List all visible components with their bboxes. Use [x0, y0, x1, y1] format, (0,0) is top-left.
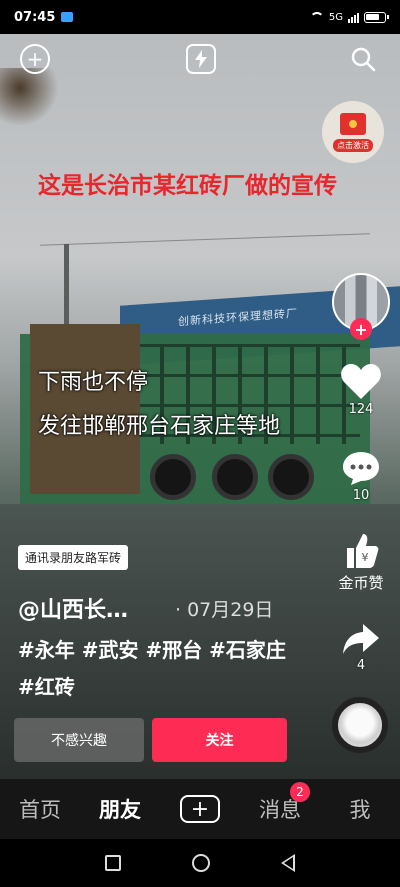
video-caption-line1: 下雨也不停	[38, 370, 149, 395]
search-icon[interactable]	[348, 44, 378, 74]
like-count: 124	[348, 402, 374, 417]
tab-create[interactable]: +	[160, 795, 240, 823]
status-icons: 5G	[309, 11, 389, 23]
bottom-tab-bar: 首页 朋友 + 消息 2 我	[0, 779, 400, 839]
heart-icon	[341, 364, 381, 399]
status-bar: 07:45 5G	[0, 0, 400, 34]
tab-me[interactable]: 我	[320, 794, 400, 824]
back-icon[interactable]	[280, 854, 295, 872]
coin-thumb-icon: ¥	[347, 534, 379, 568]
follow-plus-icon[interactable]: +	[350, 318, 372, 340]
comment-icon	[343, 452, 379, 485]
red-packet-button[interactable]: 点击激活	[322, 101, 384, 163]
utility-pole	[64, 244, 69, 334]
messages-badge: 2	[290, 782, 310, 802]
coin-like-label: 金币赞	[338, 574, 384, 592]
share-arrow-icon	[343, 624, 379, 654]
video-caption-line2: 发往邯郸邢台石家庄等地	[38, 414, 281, 439]
svg-text:¥: ¥	[362, 551, 369, 564]
status-time: 07:45	[14, 9, 56, 25]
network-type: 5G	[328, 11, 343, 23]
red-packet-label: 点击激活	[333, 138, 373, 152]
notification-icon	[61, 12, 74, 22]
truck-wheel	[212, 454, 258, 500]
recent-apps-icon[interactable]	[105, 855, 122, 871]
signal-icon	[348, 12, 359, 23]
share-button[interactable]: 4	[330, 622, 392, 673]
tab-home[interactable]: 首页	[0, 794, 80, 824]
red-envelope-icon	[340, 112, 366, 135]
truck-wheel	[268, 454, 314, 500]
power-line	[40, 233, 370, 246]
share-count: 4	[356, 658, 366, 673]
flash-icon[interactable]	[186, 44, 216, 74]
music-disc[interactable]	[332, 697, 388, 753]
coin-like-button[interactable]: ¥ 金币赞	[330, 530, 392, 593]
tab-messages-label: 消息	[259, 798, 301, 822]
follow-button[interactable]: 关注	[152, 718, 287, 762]
not-interested-button[interactable]: 不感兴趣	[14, 718, 144, 762]
system-nav-bar	[0, 839, 400, 887]
create-plus-icon: +	[180, 795, 220, 823]
like-button[interactable]: 124	[330, 362, 392, 417]
tab-friends[interactable]: 朋友	[80, 794, 160, 824]
battery-icon	[364, 11, 389, 23]
tab-messages[interactable]: 消息 2	[240, 782, 320, 824]
comment-count: 10	[352, 488, 370, 503]
hashtags[interactable]: #永年 #武安 #邢台 #石家庄 #红砖	[18, 632, 308, 706]
tree-fragment	[0, 68, 70, 128]
author-name[interactable]: @山西长…	[18, 592, 128, 624]
contact-friend-chip[interactable]: 通讯录朋友路军砖	[18, 545, 129, 570]
truck-wheel	[150, 454, 196, 500]
add-circle-icon[interactable]: +	[20, 44, 50, 74]
video-caption-red: 这是长治市某红砖厂做的宣传	[38, 173, 337, 199]
wifi-icon	[309, 12, 324, 22]
post-date: · 07月29日	[175, 599, 274, 621]
comment-button[interactable]: 10	[330, 450, 392, 503]
home-icon[interactable]	[191, 854, 210, 872]
